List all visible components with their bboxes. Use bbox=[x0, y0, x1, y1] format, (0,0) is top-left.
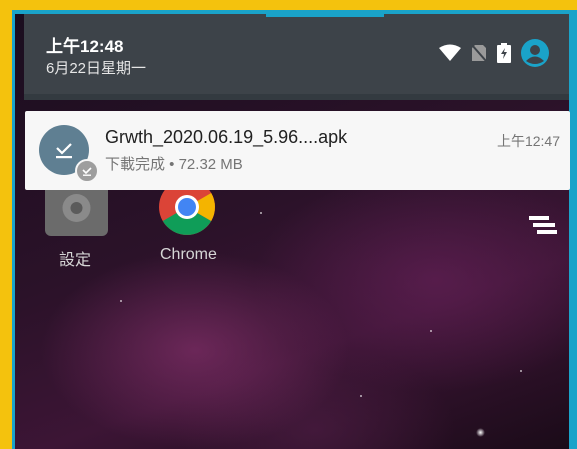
download-badge-icon bbox=[75, 159, 99, 183]
wallpaper-star bbox=[260, 212, 262, 214]
wallpaper-star bbox=[120, 300, 122, 302]
settings-icon bbox=[62, 194, 91, 222]
shade-accent-bar bbox=[266, 14, 384, 17]
chrome-app-icon[interactable] bbox=[158, 190, 216, 236]
chrome-icon bbox=[159, 190, 215, 235]
menu-lines-icon[interactable] bbox=[527, 214, 559, 245]
download-notification[interactable]: Grwth_2020.06.19_5.96....apk 下載完成 • 72.3… bbox=[25, 111, 570, 190]
status-date: 6月22日星期一 bbox=[46, 60, 147, 77]
wifi-icon bbox=[439, 44, 461, 61]
status-time: 上午12:48 bbox=[46, 37, 124, 56]
status-icons bbox=[439, 39, 549, 67]
chrome-app-label[interactable]: Chrome bbox=[160, 246, 217, 264]
account-icon[interactable] bbox=[521, 39, 549, 67]
notification-time: 上午12:47 bbox=[496, 133, 560, 149]
wallpaper-star bbox=[520, 370, 522, 372]
notification-subtitle: 下載完成 • 72.32 MB bbox=[105, 156, 243, 173]
frame-right-accent bbox=[569, 10, 577, 449]
notification-title: Grwth_2020.06.19_5.96....apk bbox=[105, 127, 348, 147]
wallpaper-star bbox=[360, 395, 362, 397]
wallpaper-bright-star bbox=[476, 428, 485, 437]
no-sim-icon bbox=[471, 44, 487, 62]
settings-app-icon[interactable] bbox=[45, 190, 108, 236]
shade-divider bbox=[24, 94, 569, 100]
settings-app-label[interactable]: 設定 bbox=[59, 246, 91, 270]
wallpaper-star bbox=[430, 330, 432, 332]
battery-charging-icon bbox=[497, 43, 511, 63]
quick-settings-header[interactable]: 上午12:48 6月22日星期一 bbox=[24, 14, 569, 100]
